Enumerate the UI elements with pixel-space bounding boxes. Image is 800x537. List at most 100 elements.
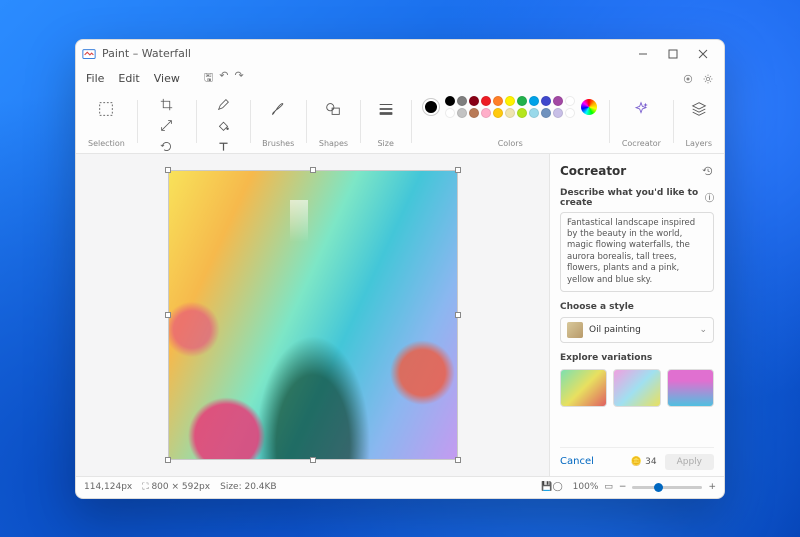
- apply-button[interactable]: Apply: [665, 454, 714, 470]
- canvas[interactable]: [168, 170, 458, 460]
- group-cocreator-label: Cocreator: [622, 139, 661, 148]
- crop-tool[interactable]: [158, 96, 176, 114]
- fit-icon[interactable]: ▭: [604, 482, 613, 492]
- prompt-input[interactable]: Fantastical landscape inspired by the be…: [560, 212, 714, 293]
- cancel-button[interactable]: Cancel: [560, 456, 594, 467]
- color-swatch[interactable]: [505, 96, 515, 106]
- color-swatch[interactable]: [541, 108, 551, 118]
- app-icon: [82, 47, 96, 61]
- cursor-pos: 114,124px: [84, 482, 132, 492]
- zoom-slider[interactable]: [632, 486, 702, 489]
- color-swatch[interactable]: [517, 96, 527, 106]
- color-swatch[interactable]: [445, 108, 455, 118]
- workspace: Cocreator Describe what you'd like to cr…: [76, 154, 724, 476]
- menu-file[interactable]: File: [86, 72, 104, 85]
- settings-icon[interactable]: [702, 73, 714, 85]
- variation-3[interactable]: [667, 369, 714, 407]
- color-swatch[interactable]: [445, 96, 455, 106]
- zoom-out-button[interactable]: −: [619, 482, 627, 492]
- cocreator-button[interactable]: [628, 96, 654, 122]
- color-swatch[interactable]: [553, 108, 563, 118]
- brush-tool[interactable]: [265, 96, 291, 122]
- group-size: Size: [367, 94, 405, 149]
- group-layers: Layers: [680, 94, 718, 149]
- variations-label: Explore variations: [560, 353, 652, 363]
- group-cocreator: Cocreator: [616, 94, 667, 149]
- menu-view[interactable]: View: [154, 72, 180, 85]
- pencil-tool[interactable]: [214, 96, 232, 114]
- resize-handle[interactable]: [455, 167, 461, 173]
- style-value: Oil painting: [589, 325, 641, 335]
- info-icon[interactable]: ⓘ: [705, 191, 714, 204]
- edit-colors-icon[interactable]: [581, 99, 597, 115]
- fill-tool[interactable]: [214, 117, 232, 135]
- color-swatch[interactable]: [481, 96, 491, 106]
- credits-count: 🪙 34: [631, 457, 657, 467]
- quick-access-toolbar: 🖫 ↶ ↷: [204, 69, 244, 88]
- color-swatch[interactable]: [529, 108, 539, 118]
- group-selection-label: Selection: [88, 139, 125, 148]
- describe-label: Describe what you'd like to create: [560, 188, 702, 208]
- color-swatch[interactable]: [553, 96, 563, 106]
- close-button[interactable]: [688, 44, 718, 64]
- group-image: Image: [143, 94, 190, 149]
- color-swatch[interactable]: [493, 96, 503, 106]
- variation-2[interactable]: [613, 369, 660, 407]
- group-size-label: Size: [377, 139, 393, 148]
- color-swatch[interactable]: [565, 96, 575, 106]
- undo-icon[interactable]: ↶: [219, 69, 228, 88]
- zoom-value: 100%: [573, 482, 599, 492]
- group-brushes: Brushes: [256, 94, 300, 149]
- resize-tool[interactable]: [158, 117, 176, 135]
- file-size-readout: Size: 20.4KB: [220, 482, 276, 492]
- resize-handle[interactable]: [165, 457, 171, 463]
- color-swatch[interactable]: [469, 108, 479, 118]
- color-swatch[interactable]: [565, 108, 575, 118]
- resize-handle[interactable]: [310, 167, 316, 173]
- color-swatch[interactable]: [481, 108, 491, 118]
- variation-1[interactable]: [560, 369, 607, 407]
- canvas-size-readout: ⛶ 800 × 592px: [142, 482, 210, 492]
- menu-edit[interactable]: Edit: [118, 72, 139, 85]
- color-swatch[interactable]: [505, 108, 515, 118]
- group-layers-label: Layers: [686, 139, 712, 148]
- color-swatch[interactable]: [529, 96, 539, 106]
- shapes-tool[interactable]: [320, 96, 346, 122]
- size-tool[interactable]: [373, 96, 399, 122]
- group-shapes-label: Shapes: [319, 139, 348, 148]
- group-selection: Selection: [82, 94, 131, 149]
- canvas-image: [169, 171, 457, 459]
- resize-handle[interactable]: [310, 457, 316, 463]
- color-swatch[interactable]: [457, 108, 467, 118]
- style-thumbnail: [567, 322, 583, 338]
- color-palette[interactable]: [445, 96, 575, 118]
- layers-button[interactable]: [686, 96, 712, 122]
- color-swatch[interactable]: [541, 96, 551, 106]
- history-icon[interactable]: [702, 165, 714, 177]
- resize-handle[interactable]: [165, 167, 171, 173]
- redo-icon[interactable]: ↷: [234, 69, 243, 88]
- select-tool[interactable]: [93, 96, 119, 122]
- canvas-area[interactable]: [76, 154, 549, 476]
- style-select[interactable]: Oil painting ⌄: [560, 317, 714, 343]
- zoom-in-button[interactable]: +: [708, 482, 716, 492]
- resize-handle[interactable]: [455, 312, 461, 318]
- autosave-icon[interactable]: 💾◯: [541, 482, 562, 492]
- color-swatch[interactable]: [457, 96, 467, 106]
- variations-row: [560, 369, 714, 407]
- group-colors: Colors: [417, 94, 603, 149]
- resize-handle[interactable]: [455, 457, 461, 463]
- color-swatch[interactable]: [469, 96, 479, 106]
- style-label: Choose a style: [560, 302, 634, 312]
- copilot-icon[interactable]: [682, 73, 694, 85]
- color-swatch[interactable]: [517, 108, 527, 118]
- maximize-button[interactable]: [658, 44, 688, 64]
- paint-window: Paint – Waterfall File Edit View 🖫 ↶ ↷ S…: [75, 39, 725, 499]
- group-brushes-label: Brushes: [262, 139, 294, 148]
- save-icon[interactable]: 🖫: [204, 69, 213, 88]
- group-shapes: Shapes: [313, 94, 354, 149]
- foreground-color[interactable]: [423, 99, 439, 115]
- color-swatch[interactable]: [493, 108, 503, 118]
- minimize-button[interactable]: [628, 44, 658, 64]
- resize-handle[interactable]: [165, 312, 171, 318]
